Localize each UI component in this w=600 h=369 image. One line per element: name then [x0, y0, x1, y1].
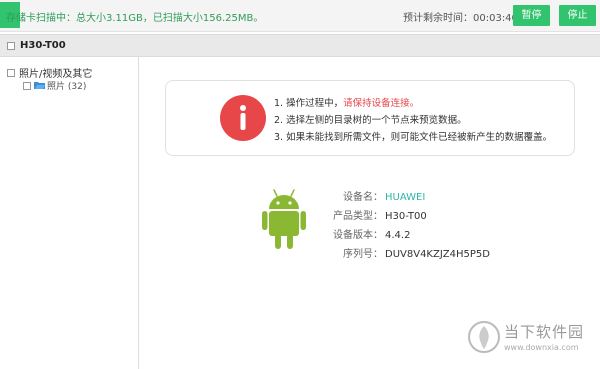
info-key-product-type: 产品类型：	[333, 211, 383, 222]
device-header-name: H30-T00	[20, 40, 66, 51]
info-key-serial: 序列号：	[343, 249, 383, 260]
directory-tree: 照片/视频及其它 照片 (32)	[0, 57, 139, 369]
scan-status-bar: 存储卡扫描中：总大小3.11GB，已扫描大小156.25MB。 预计剩余时间：0…	[0, 0, 600, 32]
notice-line-1-prefix: 1. 操作过程中，	[274, 98, 344, 109]
exclamation-circle-icon	[220, 95, 266, 141]
info-row-product-type: 产品类型： H30-T00	[320, 207, 490, 226]
tree-node-photo-video-other[interactable]: 照片/视频及其它	[7, 65, 92, 80]
info-val-device-version: 4.4.2	[385, 230, 411, 241]
stop-button[interactable]: 停止	[559, 5, 596, 26]
device-header-row[interactable]: H30-T00	[0, 34, 600, 57]
device-info-table: 设备名： HUAWEI 产品类型： H30-T00 设备版本： 4.4.2 序列号： D…	[320, 188, 490, 264]
info-key-device-version: 设备版本：	[333, 230, 383, 241]
android-robot-icon	[262, 188, 306, 253]
remaining-time-text: 预计剩余时间：00:03:40	[403, 13, 518, 24]
tree-node-photos[interactable]: 照片 (32)	[23, 79, 86, 92]
notice-box: 1. 操作过程中，请保持设备连接。 2. 选择左侧的目录树的一个节点来预览数据。…	[165, 80, 575, 156]
notice-line-2: 2. 选择左侧的目录树的一个节点来预览数据。	[274, 115, 467, 126]
notice-line-1: 1. 操作过程中，请保持设备连接。	[274, 95, 552, 112]
tree-child-label: 照片 (32)	[47, 82, 87, 92]
tree-root-checkbox[interactable]	[7, 68, 15, 77]
watermark-url: www.downxia.com	[504, 343, 579, 352]
notice-line-3: 3. 如果未能找到所需文件，则可能文件已经被新产生的数据覆盖。	[274, 132, 553, 143]
info-row-device-version: 设备版本： 4.4.2	[320, 226, 490, 245]
info-row-serial: 序列号： DUV8V4KZJZ4H5P5D	[320, 245, 490, 264]
downxia-logo-icon	[468, 321, 500, 356]
notice-line-1-highlight: 请保持设备连接。	[343, 98, 420, 109]
info-row-device-name: 设备名： HUAWEI	[320, 188, 490, 207]
pause-button[interactable]: 暂停	[513, 5, 550, 26]
info-val-serial: DUV8V4KZJZ4H5P5D	[385, 249, 490, 260]
device-checkbox[interactable]	[7, 42, 15, 50]
info-val-device-name: HUAWEI	[385, 192, 426, 203]
tree-child-checkbox[interactable]	[23, 81, 31, 90]
watermark-title: 当下软件园	[504, 323, 585, 341]
photo-folder-icon	[34, 80, 45, 92]
scan-status-text: 存储卡扫描中：总大小3.11GB，已扫描大小156.25MB。	[6, 13, 264, 24]
info-val-product-type: H30-T00	[385, 211, 427, 222]
notice-lines: 1. 操作过程中，请保持设备连接。 2. 选择左侧的目录树的一个节点来预览数据。…	[274, 95, 552, 146]
info-key-device-name: 设备名：	[343, 192, 383, 203]
